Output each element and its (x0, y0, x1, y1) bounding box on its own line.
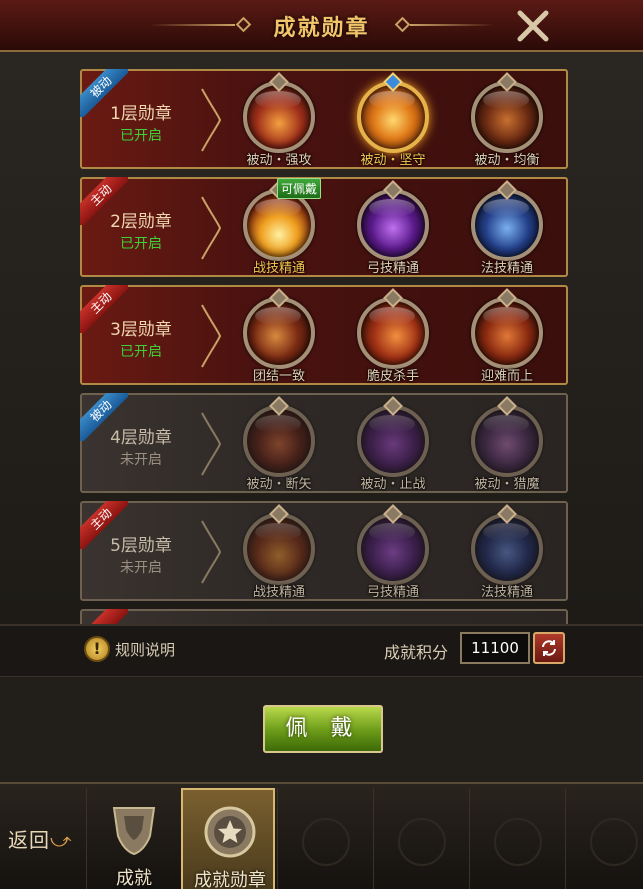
chevron-right-icon (201, 520, 222, 584)
skill-slot[interactable]: 团结一致 (234, 288, 324, 386)
skill-slot[interactable]: 迎难而上 (462, 288, 552, 386)
back-label: 返回 (8, 828, 50, 852)
back-arrow-icon: ⤻ (50, 828, 73, 852)
tab-empty (373, 788, 467, 889)
close-icon (517, 10, 549, 42)
medal-tier-list[interactable]: 被动 1层勋章 已开启 被动・强攻 被动・坚守 被动・均衡 主动 2层勋章 已开… (0, 52, 643, 624)
rules-link[interactable]: 规则说明 (115, 639, 175, 660)
action-area: 佩 戴 (0, 676, 643, 782)
tier-status: 已开启 (120, 128, 162, 144)
wear-button[interactable]: 佩 戴 (263, 705, 383, 753)
tier-status: 已开启 (120, 344, 162, 360)
skill-slot-selected[interactable]: 被动・坚守 (348, 72, 438, 170)
tier-name: 2层勋章 (110, 212, 172, 232)
header: 成就勋章 (0, 0, 643, 52)
bottom-nav: 返回⤻ 成就 成就勋章 (0, 782, 643, 889)
tier-status: 未开启 (120, 560, 162, 576)
active-ribbon (80, 609, 128, 624)
tab-empty (565, 788, 643, 889)
tier-status: 未开启 (120, 452, 162, 468)
wearable-badge: 可佩戴 (277, 178, 322, 199)
tab-empty (277, 788, 371, 889)
skill-slot[interactable]: 被动・猎魔 (462, 396, 552, 494)
tier-name: 4层勋章 (110, 428, 172, 448)
skill-slot[interactable]: 战技精通 (234, 504, 324, 602)
skill-slot[interactable]: 脆皮杀手 (348, 288, 438, 386)
score-value: 11100 (460, 632, 530, 664)
back-button[interactable]: 返回⤻ (8, 824, 72, 853)
tab-achievement[interactable]: 成就 (86, 788, 180, 889)
score-label: 成就积分 (384, 643, 449, 662)
chevron-right-icon (201, 88, 222, 152)
skill-slot[interactable]: 弓技精通 (348, 180, 438, 278)
chevron-right-icon (201, 304, 222, 368)
tier-name: 5层勋章 (110, 536, 172, 556)
exclamation-icon[interactable]: ! (84, 636, 110, 662)
chevron-right-icon (201, 412, 222, 476)
tab-achievement-medal[interactable]: 成就勋章 (181, 788, 275, 889)
header-ornament-right (410, 24, 495, 26)
tier-row: 主动 3层勋章 已开启 团结一致 脆皮杀手 迎难而上 (80, 285, 568, 385)
skill-slot[interactable]: 被动・均衡 (462, 72, 552, 170)
tier-status: 已开启 (120, 236, 162, 252)
tier-name: 3层勋章 (110, 320, 172, 340)
skill-slot[interactable]: 法技精通 (462, 504, 552, 602)
info-bar: ! 规则说明 成就积分 11100 (0, 624, 643, 676)
skill-slot[interactable]: 被动・断矢 (234, 396, 324, 494)
shield-trophy-icon (112, 807, 156, 856)
tier-row-locked: 被动 4层勋章 未开启 被动・断矢 被动・止战 被动・猎魔 (80, 393, 568, 493)
tier-row: 被动 1层勋章 已开启 被动・强攻 被动・坚守 被动・均衡 (80, 69, 568, 169)
chevron-right-icon (201, 196, 222, 260)
skill-slot[interactable]: 被动・止战 (348, 396, 438, 494)
tier-row-locked: 主动 5层勋章 未开启 战技精通 弓技精通 法技精通 (80, 501, 568, 601)
tab-empty (469, 788, 563, 889)
refresh-icon (542, 640, 556, 656)
skill-slot[interactable]: 被动・强攻 (234, 72, 324, 170)
tier-row-partial (80, 609, 568, 624)
refresh-button[interactable] (533, 632, 565, 664)
skill-slot[interactable]: 法技精通 (462, 180, 552, 278)
skill-slot[interactable]: 弓技精通 (348, 504, 438, 602)
tier-name: 1层勋章 (110, 104, 172, 124)
star-medal-icon (204, 806, 256, 858)
close-button[interactable] (514, 8, 552, 44)
tier-row: 主动 2层勋章 已开启 战技精通 弓技精通 法技精通 (80, 177, 568, 277)
